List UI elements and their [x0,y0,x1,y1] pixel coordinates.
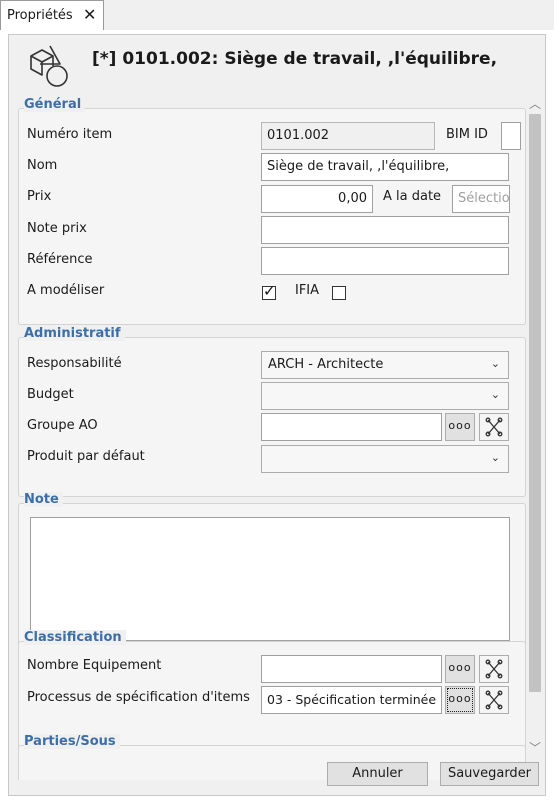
reference-label: Référence [27,252,93,267]
section-title-parties: Parties/Sous [24,734,120,749]
groupe-ao-field[interactable] [261,413,442,441]
bim-id-field[interactable] [501,122,521,150]
page-title: [*] 0101.002: Siège de travail, ,l'équil… [92,49,498,69]
section-title-note: Note [24,492,63,507]
prix-field[interactable]: 0,00 [261,185,373,213]
responsabilite-select[interactable]: ARCH - Architecte ⌄ [261,351,509,379]
numero-item-label: Numéro item [27,127,113,142]
groupe-ao-label: Groupe AO [27,418,98,433]
note-prix-field[interactable] [261,216,509,244]
budget-label: Budget [27,387,74,402]
nombre-equipement-field[interactable] [261,655,442,683]
a-modeliser-label: A modéliser [27,283,105,298]
a-modeliser-checkbox[interactable] [262,282,276,300]
nombre-equipement-browse-button[interactable]: ooo [445,655,475,683]
produit-defaut-select[interactable]: ⌄ [261,445,509,473]
chevron-down-icon: ⌄ [490,357,500,370]
bim-id-label: BIM ID [446,127,488,142]
processus-field[interactable]: 03 - Spécification terminée [261,686,442,714]
chevron-down-icon: ⌄ [490,388,500,401]
reference-field[interactable] [261,247,509,275]
shapes-icon [30,45,68,87]
numero-item-field[interactable]: 0101.002 [261,122,435,150]
tab-bar: Propriétés ✕ [0,0,554,30]
responsabilite-value: ARCH - Architecte [268,357,384,372]
prix-label: Prix [27,189,52,204]
section-title-general: Général [24,97,86,112]
remove-cross-icon[interactable] [479,686,509,714]
tab-label: Propriétés [7,8,73,23]
processus-browse-button[interactable]: ooo [445,686,475,714]
date-picker-field[interactable]: Sélectio [452,185,510,213]
produit-defaut-label: Produit par défaut [27,449,145,464]
nom-field[interactable]: Siège de travail, ,l'équilibre, [261,153,509,181]
remove-cross-icon[interactable] [479,413,509,441]
note-prix-label: Note prix [27,221,87,236]
a-la-date-label: A la date [383,189,442,204]
remove-cross-icon[interactable] [479,655,509,683]
save-button[interactable]: Sauvegarder [440,762,539,786]
chevron-down-icon: ⌄ [490,451,500,464]
nom-label: Nom [27,158,58,173]
processus-label: Processus de spécification d'items [27,690,250,705]
note-textarea[interactable] [30,517,510,641]
nombre-equipement-label: Nombre Equipement [27,658,162,673]
ifia-checkbox[interactable] [332,286,346,300]
groupe-ao-browse-button[interactable]: ooo [445,413,475,441]
close-icon[interactable]: ✕ [83,5,96,24]
responsabilite-label: Responsabilité [27,356,122,371]
cancel-button[interactable]: Annuler [327,762,428,786]
ifia-label: IFIA [295,283,320,298]
section-title-administratif: Administratif [24,326,125,341]
tab-proprietes[interactable]: Propriétés ✕ [0,0,104,30]
section-title-classification: Classification [24,630,126,645]
properties-panel: [*] 0101.002: Siège de travail, ,l'équil… [0,30,554,801]
form-scroll-area: Général Numéro item 0101.002 BIM ID Nom … [12,94,540,780]
budget-select[interactable]: ⌄ [261,382,509,410]
